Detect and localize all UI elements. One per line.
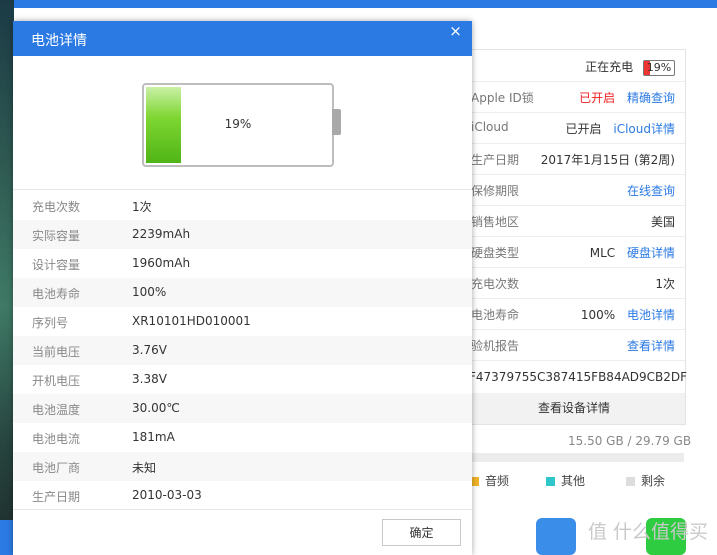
charge-count-row: 充电次数 1次 <box>463 267 685 299</box>
disk-type-value: MLC <box>589 246 616 260</box>
device-info-panel: 正在充电 19% Apple ID锁 已开启 精确查询 iCloud 已开启 i… <box>462 49 688 425</box>
legend-free: 剩余 <box>626 472 665 489</box>
row-label: 电池电流 <box>32 432 81 446</box>
battery-details-dialog: 电池详情 × 19% 充电次数 1次 实际容量 2239mAh 设计容量 1960mA… <box>13 21 472 555</box>
app-logo-icon <box>0 520 14 555</box>
apple-id-label: Apple ID锁 <box>471 91 534 105</box>
charging-row: 正在充电 19% <box>463 50 685 82</box>
storage-bar <box>462 453 684 462</box>
apple-id-query-link[interactable]: 精确查询 <box>627 91 675 105</box>
apple-id-status: 已开启 <box>579 91 616 105</box>
table-row: 电池电流 181mA <box>13 423 472 452</box>
battery-percent: 19% <box>224 117 252 131</box>
dialog-title: 电池详情 <box>31 33 87 49</box>
row-label: 设计容量 <box>32 258 81 272</box>
report-details-link[interactable]: 查看详情 <box>627 339 675 353</box>
battery-life-row: 电池寿命 100% 电池详情 <box>463 298 685 330</box>
table-row: 电池寿命 100% <box>13 278 472 307</box>
dialog-footer-divider <box>13 509 472 510</box>
icloud-label: iCloud <box>471 120 509 134</box>
row-label: 电池寿命 <box>32 287 81 301</box>
row-value: XR10101HD010001 <box>132 314 251 328</box>
divider <box>13 189 472 190</box>
battery-mini-percent: 19% <box>646 60 672 74</box>
row-label: 开机电压 <box>32 374 81 388</box>
table-row: 充电次数 1次 <box>13 191 472 220</box>
row-label: 充电次数 <box>32 200 81 214</box>
device-serial-row: F47379755C387415FB84AD9CB2DF <box>463 362 688 394</box>
table-row: 开机电压 3.38V <box>13 365 472 394</box>
storage-usage-text: 15.50 GB / 29.79 GB <box>568 434 692 448</box>
battery-mini-icon: 19% <box>643 59 675 76</box>
row-value: 181mA <box>132 430 175 444</box>
region-label: 销售地区 <box>471 215 520 229</box>
battery-life-value: 100% <box>580 308 616 322</box>
legend-other: 其他 <box>546 472 585 489</box>
mfg-date-value: 2017年1月15日 (第2周) <box>540 153 675 167</box>
row-value: 30.00℃ <box>132 401 180 415</box>
view-device-details-button[interactable]: 查看设备详情 <box>463 393 685 424</box>
disk-type-row: 硬盘类型 MLC 硬盘详情 <box>463 236 685 268</box>
battery-terminal <box>332 109 341 135</box>
table-row: 实际容量 2239mAh <box>13 220 472 249</box>
disk-details-link[interactable]: 硬盘详情 <box>627 246 675 260</box>
row-value: 2239mAh <box>132 227 191 241</box>
battery-life-label: 电池寿命 <box>471 308 520 322</box>
table-row: 电池厂商 未知 <box>13 452 472 481</box>
device-serial-value: F47379755C387415FB84AD9CB2DF <box>469 370 688 384</box>
icloud-details-link[interactable]: iCloud详情 <box>613 122 675 136</box>
app-top-bar <box>0 0 717 8</box>
ok-button[interactable]: 确定 <box>382 519 461 546</box>
row-value: 1次 <box>132 200 152 214</box>
legend-other-label: 其他 <box>561 474 586 488</box>
row-value: 3.76V <box>132 343 167 357</box>
warranty-label: 保修期限 <box>471 184 520 198</box>
legend-other-swatch <box>546 477 555 486</box>
warranty-row: 保修期限 在线查询 <box>463 174 685 206</box>
legend-free-swatch <box>626 477 635 486</box>
charging-label: 正在充电 <box>585 60 634 74</box>
table-row: 序列号 XR10101HD010001 <box>13 307 472 336</box>
mfg-date-row: 生产日期 2017年1月15日 (第2周) <box>463 143 685 175</box>
table-row: 当前电压 3.76V <box>13 336 472 365</box>
table-row: 设计容量 1960mAh <box>13 249 472 278</box>
battery-icon: 19% <box>142 83 334 167</box>
dialog-header: 电池详情 × <box>13 21 472 56</box>
charge-count-value: 1次 <box>655 277 675 291</box>
row-value: 2010-03-03 <box>132 488 202 502</box>
legend-free-label: 剩余 <box>641 474 666 488</box>
report-row: 验机报告 查看详情 <box>463 329 685 361</box>
apple-id-row: Apple ID锁 已开启 精确查询 <box>463 81 685 113</box>
region-value: 美国 <box>650 215 675 229</box>
row-label: 电池厂商 <box>32 461 81 475</box>
device-wallpaper <box>0 0 14 555</box>
mfg-date-label: 生产日期 <box>471 153 520 167</box>
row-label: 实际容量 <box>32 229 81 243</box>
region-row: 销售地区 美国 <box>463 205 685 237</box>
table-row: 生产日期 2010-03-03 <box>13 481 472 510</box>
row-value: 3.38V <box>132 372 167 386</box>
row-label: 生产日期 <box>32 490 81 504</box>
row-label: 当前电压 <box>32 345 81 359</box>
legend-audio-label: 音频 <box>485 474 510 488</box>
row-value: 未知 <box>132 461 157 475</box>
row-value: 1960mAh <box>132 256 191 270</box>
warranty-query-link[interactable]: 在线查询 <box>627 184 675 198</box>
row-value: 100% <box>132 285 167 299</box>
settings-tool-icon[interactable] <box>536 518 576 555</box>
icloud-status: 已开启 <box>565 122 602 136</box>
close-icon[interactable]: × <box>439 21 472 43</box>
battery-details-link[interactable]: 电池详情 <box>627 308 675 322</box>
disk-type-label: 硬盘类型 <box>471 246 520 260</box>
watermark-text: 值 什么值得买 <box>588 521 709 543</box>
icloud-row: iCloud 已开启 iCloud详情 <box>463 112 685 144</box>
battery-details-table: 充电次数 1次 实际容量 2239mAh 设计容量 1960mAh 电池寿命 100% … <box>13 191 472 510</box>
charge-count-label: 充电次数 <box>471 277 520 291</box>
row-label: 序列号 <box>32 316 69 330</box>
legend-audio: 音频 <box>470 472 509 489</box>
row-label: 电池温度 <box>32 403 81 417</box>
table-row: 电池温度 30.00℃ <box>13 394 472 423</box>
report-label: 验机报告 <box>471 339 520 353</box>
